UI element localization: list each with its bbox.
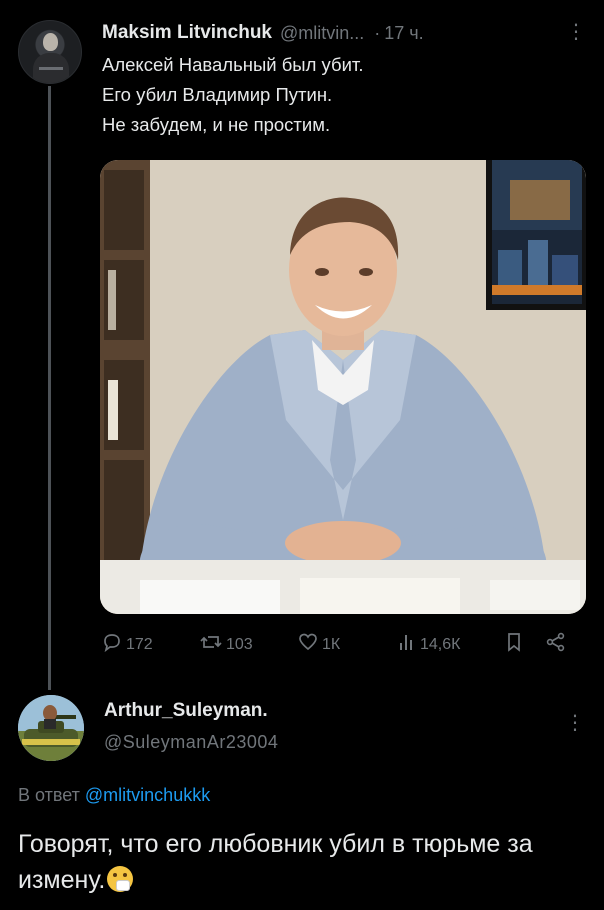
reply-prefix: В ответ: [18, 785, 80, 805]
bookmark-icon: [506, 632, 522, 657]
reply-count: 172: [126, 635, 153, 653]
reply-more-options-icon[interactable]: ⋮: [565, 710, 585, 735]
heart-icon: [298, 632, 318, 657]
original-tweet: Maksim Litvinchuk @mlitvin... · 17 ч. ⋮ …: [102, 18, 592, 140]
tweet-text: Алексей Навальный был убит. Его убил Вла…: [102, 50, 592, 140]
tweet-text-line: Не забудем, и не простим.: [102, 114, 331, 135]
reply-text-content: Говорят, что его любовник убил в тюрьме …: [18, 830, 533, 894]
reply-icon: [102, 632, 122, 657]
tweet-photo[interactable]: [100, 160, 586, 614]
author-handle[interactable]: @mlitvin...: [280, 23, 364, 44]
reply-text: Говорят, что его любовник убил в тюрьме …: [18, 826, 588, 898]
views-count: 14,6К: [420, 635, 461, 653]
author-name[interactable]: Maksim Litvinchuk: [102, 22, 272, 44]
avatar-head-shape: [43, 33, 58, 51]
repost-action[interactable]: 103: [200, 632, 253, 657]
reply-author-avatar[interactable]: [18, 695, 84, 761]
more-options-icon[interactable]: ⋮: [566, 22, 586, 42]
reply-action[interactable]: 172: [102, 632, 153, 657]
thread-connector-line: [48, 86, 51, 690]
views-icon: [398, 632, 416, 657]
reply-author-name[interactable]: Arthur_Suleyman.: [104, 700, 278, 726]
tweet-text-line: Его убил Владимир Путин.: [102, 84, 333, 105]
bookmark-action[interactable]: [506, 632, 526, 657]
like-count: 1К: [322, 635, 341, 653]
share-icon: [546, 632, 566, 657]
reply-context: В ответ @mlitvinchukkk: [18, 785, 210, 806]
tweet-timestamp[interactable]: 17 ч.: [384, 23, 423, 44]
avatar-caption-mark: [39, 67, 63, 70]
reply-header: Arthur_Suleyman. @SuleymanAr23004: [104, 700, 278, 753]
header-separator: ·: [374, 22, 381, 43]
author-avatar[interactable]: [18, 20, 82, 84]
tweet-text-line: Алексей Навальный был убит.: [102, 54, 364, 75]
tweet-header: Maksim Litvinchuk @mlitvin... · 17 ч.: [102, 18, 592, 48]
repost-icon: [200, 632, 222, 657]
tweet-actions: 172 103 1К 14,6К: [102, 632, 582, 660]
sneezing-face-emoji-icon: [107, 866, 134, 892]
like-action[interactable]: 1К: [298, 632, 340, 657]
share-action[interactable]: [546, 632, 570, 657]
views-action[interactable]: 14,6К: [398, 632, 460, 657]
reply-author-handle[interactable]: @SuleymanAr23004: [104, 732, 278, 753]
repost-count: 103: [226, 635, 253, 653]
reply-to-handle-link[interactable]: @mlitvinchukkk: [85, 785, 210, 805]
